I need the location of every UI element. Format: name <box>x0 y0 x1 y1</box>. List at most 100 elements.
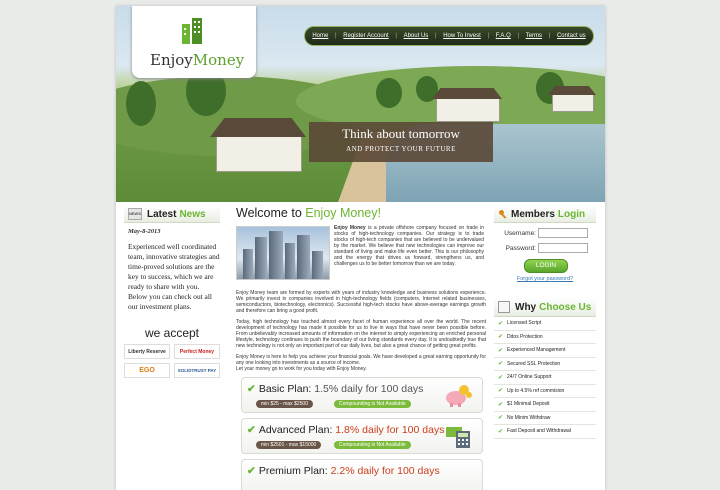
plan-rate: 1.8% daily for 100 days <box>335 424 445 436</box>
password-row: Password: <box>494 243 596 253</box>
why-choose-us-panel: Why Choose Us ✔ Licensed Script ✔ Ddos Prot… <box>494 298 596 439</box>
header-banner: EnjoyMoney Home | Register Account | About… <box>116 6 605 202</box>
check-icon: ✔ <box>498 401 504 408</box>
brand-name: EnjoyMoney <box>150 51 244 69</box>
plan-title: ✔ Basic Plan: 1.5% daily for 100 days <box>247 383 423 395</box>
we-accept-title: we accept <box>144 326 200 340</box>
plan-min-max: min $2501 - max $15000 <box>256 441 322 449</box>
news-title: Latest <box>147 208 177 220</box>
why-item-label: Secured SSL Protection <box>507 360 561 367</box>
building <box>255 237 267 279</box>
nav-separator: | <box>548 33 551 39</box>
login-title-accent: Login <box>557 208 586 220</box>
check-icon: ✔ <box>498 388 504 395</box>
plan-name: Basic Plan: <box>258 383 312 395</box>
why-item-label: $1 Minimal Deposit <box>507 401 550 408</box>
paragraph: Enjoy Money is here to help you achieve … <box>236 354 486 372</box>
plan-min-max: min $25 - max $2500 <box>256 400 313 408</box>
why-item-label: No Minim Withdraw <box>507 414 551 421</box>
roof <box>432 88 502 99</box>
welcome-heading-accent: Enjoy Money! <box>305 206 381 220</box>
welcome-heading-part1: Welcome to <box>236 206 302 220</box>
solidtrust-pay-logo: SOLIDTRUST PAY <box>174 363 220 378</box>
plan-rate: 2.2% daily for 100 days <box>330 465 440 477</box>
nav-faq[interactable]: F.A.Q <box>496 33 511 39</box>
username-input[interactable] <box>538 228 588 238</box>
why-item: ✔ $1 Minimal Deposit <box>494 398 596 412</box>
check-icon: ✔ <box>247 465 256 477</box>
plan-card-advanced[interactable]: ✔ Advanced Plan: 1.8% daily for 100 days … <box>241 418 483 454</box>
news-text: Experienced well coordinated team, innov… <box>128 242 220 311</box>
nav-separator: | <box>487 33 490 39</box>
plan-title: ✔ Advanced Plan: 1.8% daily for 100 days <box>247 424 444 436</box>
why-item: ✔ Fast Deposit and Withdrawal <box>494 425 596 439</box>
city-skyline-image <box>236 226 330 280</box>
plan-card-basic[interactable]: ✔ Basic Plan: 1.5% daily for 100 days min… <box>241 377 483 413</box>
news-title-accent: News <box>179 208 206 220</box>
nav-separator: | <box>335 33 337 39</box>
newspaper-icon: NEWS <box>128 208 142 220</box>
password-label: Password: <box>505 244 536 252</box>
house <box>436 98 500 122</box>
password-input[interactable] <box>538 243 588 253</box>
nav-home[interactable]: Home <box>312 33 328 39</box>
slogan-sub: AND PROTECT YOUR FUTURE <box>346 145 456 153</box>
main-column: Welcome to Enjoy Money! Enjoy Money is a… <box>236 206 486 490</box>
why-item: ✔ 24/7 Online Support <box>494 371 596 385</box>
key-icon <box>499 210 507 219</box>
intro-block: Enjoy Money is a private offshore compan… <box>236 225 486 285</box>
check-icon: ✔ <box>498 347 504 354</box>
paragraph-line: Enjoy Money is here to help you achieve … <box>236 354 486 366</box>
site-wrapper: EnjoyMoney Home | Register Account | About… <box>116 6 605 490</box>
liberty-reserve-logo: Liberty Reserve <box>124 344 170 359</box>
why-title-accent: Choose Us <box>539 301 592 313</box>
nav-terms[interactable]: Terms <box>526 33 542 39</box>
login-button[interactable]: LOGIN <box>524 259 568 273</box>
top-navigation: Home | Register Account | About Us | How To… <box>304 26 594 46</box>
slogan-main: Think about tomorrow <box>342 126 460 141</box>
content-area: NEWS Latest News May-8-2013 Experienced w… <box>116 202 605 490</box>
checklist-icon <box>498 301 510 313</box>
nav-separator: | <box>395 33 397 39</box>
slogan-panel: Think about tomorrow AND PROTECT YOUR FU… <box>309 122 493 162</box>
news-header: NEWS Latest News <box>124 206 220 223</box>
plan-name: Premium Plan: <box>258 465 328 477</box>
why-item-label: Ddos Protection <box>507 333 543 340</box>
username-row: Username: <box>494 228 596 238</box>
check-icon: ✔ <box>498 415 504 422</box>
check-icon: ✔ <box>247 424 256 436</box>
why-item-label: Up to 4.5% ref commision <box>507 387 565 394</box>
why-item: ✔ Secured SSL Protection <box>494 358 596 371</box>
piggy-bank-icon <box>446 385 472 407</box>
building-logo-icon <box>182 18 202 44</box>
check-icon: ✔ <box>498 361 504 368</box>
why-item-label: Licensed Script <box>507 320 542 327</box>
nav-contact-us[interactable]: Contact us <box>557 33 586 39</box>
payment-logos: Liberty Reserve Perfect Money EGO SOLIDT… <box>124 344 220 378</box>
why-item-label: Experienced Management <box>507 347 566 354</box>
why-item: ✔ Experienced Management <box>494 344 596 358</box>
nav-about-us[interactable]: About Us <box>404 33 429 39</box>
building <box>269 231 283 279</box>
plan-compounding: Compounding is Not Available <box>334 441 411 449</box>
why-item: ✔ Ddos Protection <box>494 331 596 344</box>
plan-card-premium[interactable]: ✔ Premium Plan: 2.2% daily for 100 days <box>241 459 483 490</box>
building <box>285 243 295 279</box>
login-title: Members <box>511 208 555 220</box>
nav-how-to-invest[interactable]: How To Invest <box>443 33 481 39</box>
check-icon: ✔ <box>498 428 504 435</box>
forgot-password-link[interactable]: Forgot your password? <box>494 276 596 282</box>
news-date: May-8-2013 <box>128 228 161 235</box>
nav-register-account[interactable]: Register Account <box>343 33 388 39</box>
tree <box>376 78 402 108</box>
house <box>552 94 594 112</box>
ego-logo: EGO <box>124 363 170 378</box>
logo[interactable]: EnjoyMoney <box>132 6 256 78</box>
nav-separator: | <box>517 33 519 39</box>
why-item: ✔ No Minim Withdraw <box>494 412 596 425</box>
paragraph-line: Let your money go to work for you today … <box>236 366 367 372</box>
plan-rate: 1.5% daily for 100 days <box>314 383 424 395</box>
roof <box>548 86 596 95</box>
perfect-money-logo: Perfect Money <box>174 344 220 359</box>
why-item: ✔ Up to 4.5% ref commision <box>494 385 596 398</box>
